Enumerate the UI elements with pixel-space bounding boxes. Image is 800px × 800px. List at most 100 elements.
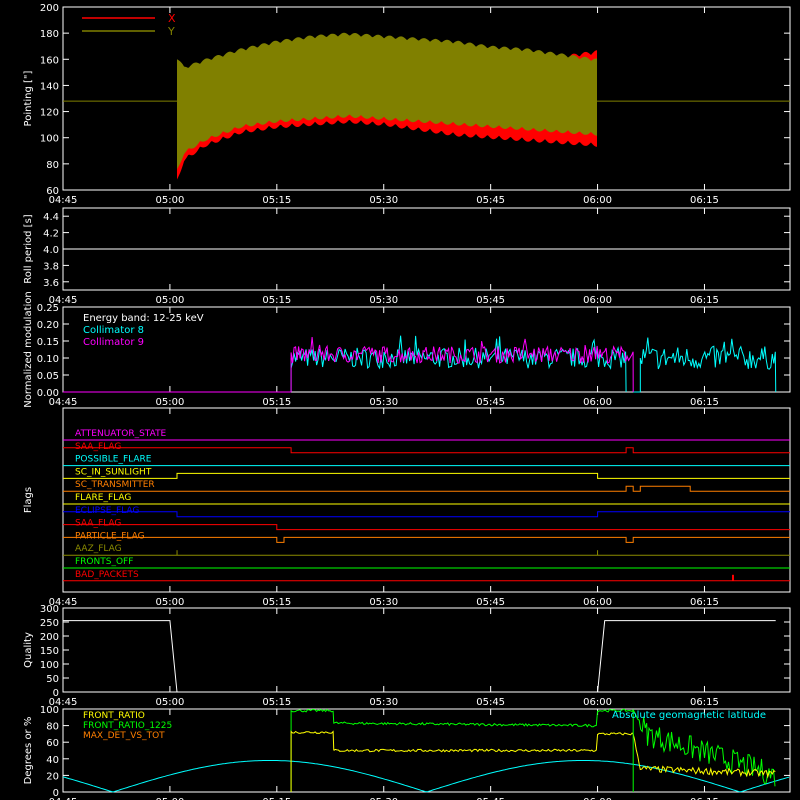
modulation-xtick-label: 05:00	[155, 397, 184, 408]
flag-label: POSSIBLE_FLARE	[75, 455, 152, 465]
modulation-ytick-label: 0.20	[37, 320, 59, 331]
quality-ytick-label: 50	[46, 674, 59, 685]
flag-label: SC_IN_SUNLIGHT	[75, 467, 152, 477]
modulation-xtick-label: 05:30	[369, 397, 398, 408]
front_ratio-ylabel: Degrees or %	[23, 717, 34, 785]
pointing-xtick-label: 05:15	[262, 195, 291, 206]
quality-ytick-label: 250	[40, 618, 59, 629]
quality-ytick-label: 0	[53, 688, 59, 699]
pointing-ylabel: Pointing ["]	[23, 70, 34, 126]
panel-front_ratio: 04:4505:0005:1505:3005:4506:0006:15Degre…	[23, 705, 791, 800]
modulation-xtick-label: 06:00	[583, 397, 612, 408]
pointing-xtick-label: 05:00	[155, 195, 184, 206]
modulation-annotation: Energy band: 12-25 keV	[83, 313, 204, 324]
flag-line	[63, 472, 790, 479]
front_ratio-ytick-label: 40	[46, 755, 59, 766]
front-legend-label: MAX_DET_VS_TOT	[83, 731, 165, 741]
figure: 04:45 05:00 05:15 05:30 05:45 06:00 06:15Point…	[23, 3, 791, 800]
flags-xtick-label: 05:30	[369, 597, 398, 608]
pointing-ytick-label: 140	[40, 81, 59, 92]
modulation-ytick-label: 0.10	[37, 354, 59, 365]
pointing-ytick-label: 60	[46, 186, 59, 197]
flags-xtick-label: 05:15	[262, 597, 291, 608]
modulation-ylabel: Normalized modulation	[23, 291, 34, 408]
quality-ytick-label: 300	[40, 604, 59, 615]
flags-frame	[62, 407, 791, 593]
pointing-ytick-label: 100	[40, 134, 59, 145]
pointing-legend-label: X	[168, 12, 176, 25]
modulation-collimator-8	[290, 335, 627, 393]
flag-label: FLARE_FLAG	[75, 493, 131, 503]
modulation-xtick-label: 05:45	[476, 397, 505, 408]
flag-line	[63, 536, 790, 543]
roll_period-xtick-label: 05:00	[155, 295, 184, 306]
roll_period-ytick-label: 4.0	[43, 245, 59, 256]
front-legend-label: FRONT_RATIO_1225	[83, 721, 172, 731]
pointing-y-band	[177, 32, 597, 170]
flag-line	[63, 511, 790, 518]
flag-label: PARTICLE_FLAG	[75, 531, 145, 541]
quality-xtick-label: 05:30	[369, 697, 398, 708]
front-legend-label: FRONT_RATIO	[83, 711, 145, 721]
quality-line	[63, 620, 776, 693]
front_ratio-ytick-label: 80	[46, 722, 59, 733]
pointing-ytick-label: 80	[46, 160, 59, 171]
panel-pointing: 04:45 05:00 05:15 05:30 05:45 06:00 06:15Point…	[23, 3, 791, 206]
modulation-xtick-label: 05:15	[262, 397, 291, 408]
roll_period-ylabel: Roll period [s]	[23, 214, 34, 283]
pointing-ytick-label: 120	[40, 108, 59, 119]
front_ratio-ytick-label: 100	[40, 705, 59, 716]
pointing-xtick-label: 06:00	[583, 195, 612, 206]
quality-ytick-label: 100	[40, 660, 59, 671]
roll_period-xtick-label: 05:15	[262, 295, 291, 306]
roll_period-xtick-label: 06:00	[583, 295, 612, 306]
roll_period-ytick-label: 3.8	[43, 261, 59, 272]
modulation-collimator-8	[639, 337, 777, 393]
modulation-ytick-label: 0.25	[37, 303, 59, 314]
modulation-legend-label: Collimator 8	[83, 325, 144, 336]
pointing-ytick-label: 160	[40, 55, 59, 66]
flag-label: ECLIPSE_FLAG	[75, 506, 139, 516]
panel-roll_period: 04:45 05:00 05:15 05:30 05:45 06:00 06:15Roll …	[23, 207, 791, 306]
pointing-xtick-label: 05:45	[476, 195, 505, 206]
quality-xtick-label: 06:15	[690, 697, 719, 708]
quality-ytick-label: 150	[40, 646, 59, 657]
modulation-ytick-label: 0.00	[37, 388, 59, 399]
panel-quality: 04:45 05:00 05:15 05:30 05:45 06:00 06:15Quali…	[23, 604, 791, 708]
roll_period-ytick-label: 3.6	[43, 278, 59, 289]
flag-label: SC_TRANSMITTER	[75, 480, 155, 490]
flag-label: SAA_FLAG	[75, 519, 121, 529]
pointing-ytick-label: 200	[40, 3, 59, 14]
quality-ytick-label: 200	[40, 632, 59, 643]
front_ratio-ytick-label: 60	[46, 738, 59, 749]
flags-xtick-label: 05:00	[155, 597, 184, 608]
flags-xtick-label: 05:45	[476, 597, 505, 608]
latitude-line	[62, 760, 790, 793]
flag-line	[63, 447, 790, 454]
quality-xtick-label: 05:15	[262, 697, 291, 708]
flag-label: AAZ_FLAG	[75, 544, 122, 554]
roll_period-xtick-label: 05:45	[476, 295, 505, 306]
quality-xtick-label: 05:00	[155, 697, 184, 708]
pointing-xtick-label: 06:15	[690, 195, 719, 206]
quality-ylabel: Quality	[23, 632, 34, 668]
flags-ylabel: Flags	[23, 487, 34, 513]
front_ratio-ytick-label: 20	[46, 771, 59, 782]
roll_period-xtick-label: 06:15	[690, 295, 719, 306]
roll_period-xtick-label: 05:30	[369, 295, 398, 306]
modulation-legend-label: Collimator 9	[83, 337, 144, 348]
flag-line	[63, 524, 790, 531]
flag-label: BAD_PACKETS	[75, 570, 139, 580]
front-ratio-line	[290, 730, 776, 793]
modulation-xtick-label: 06:15	[690, 397, 719, 408]
panel-modulation: 04:45 05:00 05:15 05:30 05:45 06:00 06:15Norma…	[23, 291, 791, 408]
front_ratio-ytick-label: 0	[53, 788, 59, 799]
roll_period-ytick-label: 4.2	[43, 229, 59, 240]
quality-xtick-label: 05:45	[476, 697, 505, 708]
flags-xtick-label: 06:00	[583, 597, 612, 608]
quality-xtick-label: 06:00	[583, 697, 612, 708]
flag-label: ATTENUATOR_STATE	[75, 429, 167, 439]
panel-flags: 04:45 05:00 05:15 05:30 05:45 06:00 06:15Flags…	[23, 407, 791, 608]
flag-line	[63, 485, 790, 492]
pointing-legend-label: Y	[167, 25, 175, 38]
